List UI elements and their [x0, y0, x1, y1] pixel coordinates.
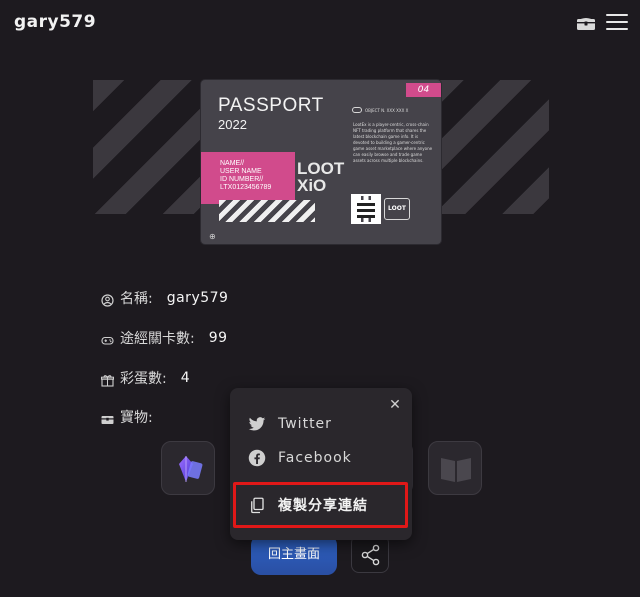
passport-title: PASSPORT — [218, 95, 324, 116]
copy-icon — [248, 496, 266, 514]
passport-tag: 04 — [406, 83, 441, 97]
crystal-icon — [179, 456, 203, 482]
name-label: 名稱: — [120, 291, 153, 307]
passport-id-lines: NAME// USER NAME ID NUMBER// LTX01234567… — [220, 160, 272, 191]
treasure-label: 寶物: — [120, 410, 153, 426]
close-icon[interactable]: ✕ — [387, 397, 403, 413]
passport-loot-logo: LOOT XiO — [297, 159, 345, 195]
book-icon — [441, 458, 471, 482]
name-value: gary579 — [166, 290, 229, 306]
passport-object-number: OBJECT N. XXX XXX X — [365, 108, 409, 113]
twitter-label: Twitter — [278, 416, 332, 432]
profile-eggs-row: 彩蛋數: 4 — [101, 368, 190, 388]
treasure-item-crystal[interactable] — [161, 441, 215, 495]
passport-badge: LOOT — [384, 198, 410, 220]
hamburger-menu-icon[interactable] — [606, 14, 628, 32]
twitter-icon — [248, 415, 266, 433]
profile-name-row: 名稱: gary579 — [101, 288, 228, 308]
passport-card-image: PASSPORT 2022 NAME// USER NAME ID NUMBER… — [201, 80, 441, 244]
passport-blurb: LootEx is a player-centric, cross-chain … — [353, 122, 433, 163]
passport-oval-mark — [352, 107, 362, 113]
eggs-label: 彩蛋數: — [120, 371, 167, 387]
copy-link-label: 複製分享連結 — [278, 498, 368, 514]
passport-year: 2022 — [218, 117, 247, 132]
treasure-chest-icon[interactable] — [576, 14, 596, 32]
eggs-value: 4 — [180, 370, 191, 386]
levels-value: 99 — [208, 330, 228, 346]
facebook-icon — [248, 449, 266, 467]
facebook-label: Facebook — [278, 450, 352, 466]
home-button[interactable]: 回主畫面 — [251, 535, 337, 575]
profile-levels-row: 途經關卡數: 99 — [101, 328, 228, 348]
passport-stripes — [219, 200, 315, 222]
qr-code-icon — [351, 194, 381, 224]
user-circle-icon — [101, 292, 114, 307]
treasure-item-book[interactable] — [428, 441, 482, 495]
gamepad-icon — [101, 332, 114, 345]
share-facebook-option[interactable]: Facebook — [248, 447, 352, 469]
treasure-chest-icon — [101, 411, 114, 424]
levels-label: 途經關卡數: — [120, 331, 195, 347]
share-button[interactable] — [351, 535, 389, 573]
passport-corner-mark: ⊕ — [209, 232, 216, 241]
share-icon — [361, 544, 380, 566]
share-copy-link-option[interactable]: 複製分享連結 — [248, 494, 368, 516]
header-username: gary579 — [14, 12, 97, 32]
gift-box-icon — [101, 372, 114, 387]
profile-treasure-row: 寶物: — [101, 407, 153, 427]
top-bar: gary579 — [0, 0, 640, 48]
share-twitter-option[interactable]: Twitter — [248, 413, 332, 435]
